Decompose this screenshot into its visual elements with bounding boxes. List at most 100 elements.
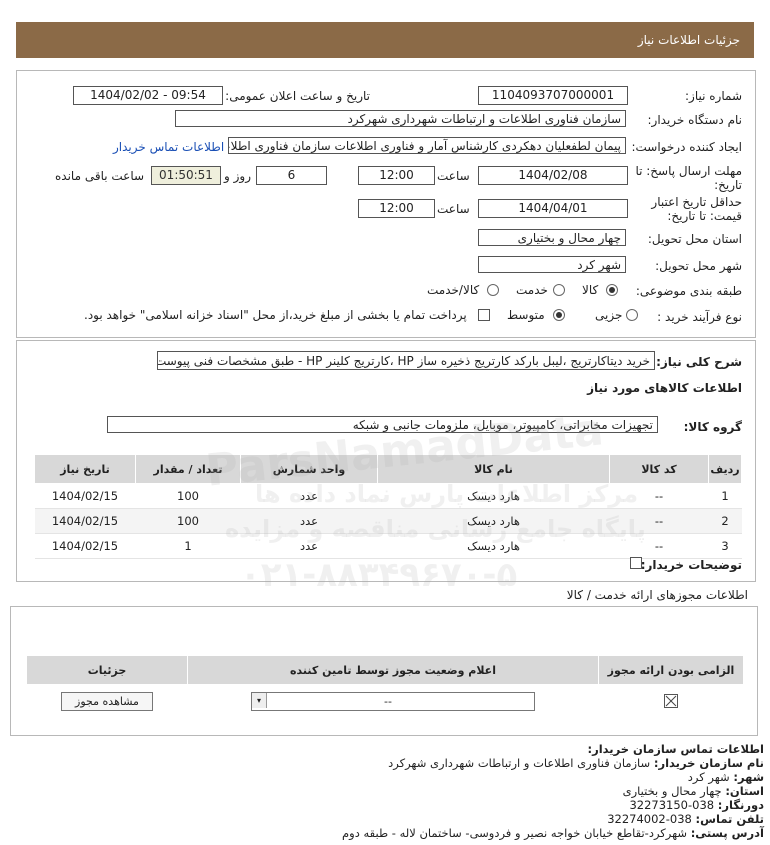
table-row: 1 -- هارد دیسک عدد 100 1404/02/15 [34,483,742,509]
contact-title: اطلاعات تماس سازمان خریدار: [587,742,764,756]
row-name: هارد دیسک [377,508,610,534]
buyer-field: سازمان فناوری اطلاعات و ارتباطات شهرداری… [175,110,626,127]
row-date: 1404/02/15 [34,533,136,559]
row-qty: 1 [135,533,241,559]
process-medium-label: متوسط [507,308,545,322]
remaining-label: ساعت باقی مانده [55,169,145,183]
row-unit: عدد [240,508,378,534]
page-header: جزئیات اطلاعات نیاز [16,22,754,58]
row-code: -- [609,508,709,534]
validity-label-2: قیمت: تا تاریخ: [667,209,742,223]
process-label: نوع فرآیند خرید : [657,310,742,324]
province-label: استان محل تحویل: [647,232,742,246]
announce-label: تاریخ و ساعت اعلان عمومی: [225,89,370,103]
contact-city-value: شهر کرد [687,770,730,784]
row-name: هارد دیسک [377,483,610,509]
category-goods-radio[interactable] [606,284,618,296]
contact-fax-label: دورنگار: [717,798,764,812]
need-number-field: 1104093707000001 [478,86,628,105]
view-license-button[interactable]: مشاهده مجوز [61,691,153,711]
contact-fax-value: 038-32273150 [629,798,715,812]
creator-field: پیمان لطفعلیان دهکردی کارشناس آمار و فنا… [228,137,626,154]
contact-city-label: شهر: [733,770,764,784]
col-license-status: اعلام وضعیت مجوز توسط تامین کننده [187,655,599,685]
goods-group-label: گروه کالا: [683,420,742,434]
treasury-payment-checkbox[interactable] [478,309,490,321]
chevron-down-icon[interactable]: ▾ [252,692,267,708]
contact-address-value: شهرکرد-تقاطع خیابان خواجه نصیر و فردوسی-… [342,826,688,840]
contact-phone-label: تلفن تماس: [695,812,764,826]
license-section-title: اطلاعات مجوزهای ارائه خدمت / کالا [566,588,748,602]
process-minor-radio[interactable] [626,309,638,321]
city-label: شهر محل تحویل: [655,259,742,273]
buyer-notes-checkbox[interactable] [630,557,642,569]
cross-icon [665,695,677,707]
buyer-notes-label: توضیحات خریدار: [640,558,742,572]
category-label: طبقه بندی موضوعی: [635,284,742,298]
row-qty: 100 [135,508,241,534]
category-service-label: خدمت [516,283,548,297]
contact-info-block: اطلاعات تماس سازمان خریدار: نام سازمان خ… [24,742,764,840]
contact-org-label: نام سازمان خریدار: [653,756,764,770]
col-name: نام کالا [377,454,610,484]
category-goods-service-label: کالا/خدمت [427,283,480,297]
row-date: 1404/02/15 [34,508,136,534]
license-table: الزامی بودن ارائه مجوز اعلام وضعیت مجوز … [26,655,744,717]
contact-phone-value: 038-32274002 [607,812,692,826]
deadline-time-label: ساعت [437,169,470,183]
process-medium-radio[interactable] [553,309,565,321]
contact-buyer-link[interactable]: اطلاعات تماس خریدار [113,140,224,154]
goods-group-field: تجهیزات مخابراتی، کامپیوتر، موبایل، ملزو… [107,416,658,433]
remaining-time-field: 01:50:51 [151,166,221,185]
days-label: روز و [224,169,251,183]
license-status-cell: -- ▾ [188,685,599,718]
goods-table: ردیف کد کالا نام کالا واحد شمارش تعداد /… [34,454,742,559]
treasury-payment-text: پرداخت تمام یا بخشی از مبلغ خرید،از محل … [84,308,467,322]
contact-province-label: استان: [725,784,764,798]
goods-section-title: اطلاعات کالاهای مورد نیاز [587,381,742,395]
goods-table-header: ردیف کد کالا نام کالا واحد شمارش تعداد /… [34,454,742,484]
deadline-label-2: تاریخ: [714,178,742,192]
category-service-radio[interactable] [553,284,565,296]
province-field: چهار محال و بختیاری [478,229,626,246]
col-index: ردیف [708,454,742,484]
license-details-cell: مشاهده مجوز [27,685,188,718]
license-status-select[interactable]: -- ▾ [251,691,535,711]
creator-label: ایجاد کننده درخواست: [631,140,742,154]
row-date: 1404/02/15 [34,483,136,509]
row-unit: عدد [240,533,378,559]
row-index: 1 [708,483,742,509]
row-index: 3 [708,533,742,559]
process-minor-label: جزیی [595,308,623,322]
contact-province-value: چهار محال و بختیاری [622,784,722,798]
table-row: 2 -- هارد دیسک عدد 100 1404/02/15 [34,508,742,534]
page-title: جزئیات اطلاعات نیاز [637,33,740,47]
contact-address-label: آدرس پستی: [690,826,764,840]
buyer-label: نام دستگاه خریدار: [647,113,743,127]
days-field: 6 [256,166,327,185]
description-label: شرح کلی نیاز: [656,355,742,369]
validity-label: حداقل تاریخ اعتبار [651,195,742,209]
deadline-time-field: 12:00 [358,166,435,185]
category-goods-service-radio[interactable] [487,284,499,296]
col-unit: واحد شمارش [240,454,378,484]
col-qty: تعداد / مقدار [135,454,241,484]
row-code: -- [609,533,709,559]
col-license-required: الزامی بودن ارائه مجوز [598,655,744,685]
validity-time-field: 12:00 [358,199,435,218]
col-code: کد کالا [609,454,709,484]
license-status-value: -- [384,694,392,708]
col-license-details: جزئیات [26,655,188,685]
validity-date-field: 1404/04/01 [478,199,628,218]
need-number-label: شماره نیاز: [685,89,742,103]
row-unit: عدد [240,483,378,509]
license-required-cell [599,685,744,718]
deadline-label: مهلت ارسال پاسخ: تا [635,164,742,178]
description-field: خرید دیتاکارتریج ،لیبل بارکد کارتریج ذخی… [157,351,655,370]
contact-org-value: سازمان فناوری اطلاعات و ارتباطات شهرداری… [388,756,651,770]
row-code: -- [609,483,709,509]
row-name: هارد دیسک [377,533,610,559]
row-qty: 100 [135,483,241,509]
announce-field: 1404/02/02 - 09:54 [73,86,223,105]
validity-time-label: ساعت [437,202,470,216]
